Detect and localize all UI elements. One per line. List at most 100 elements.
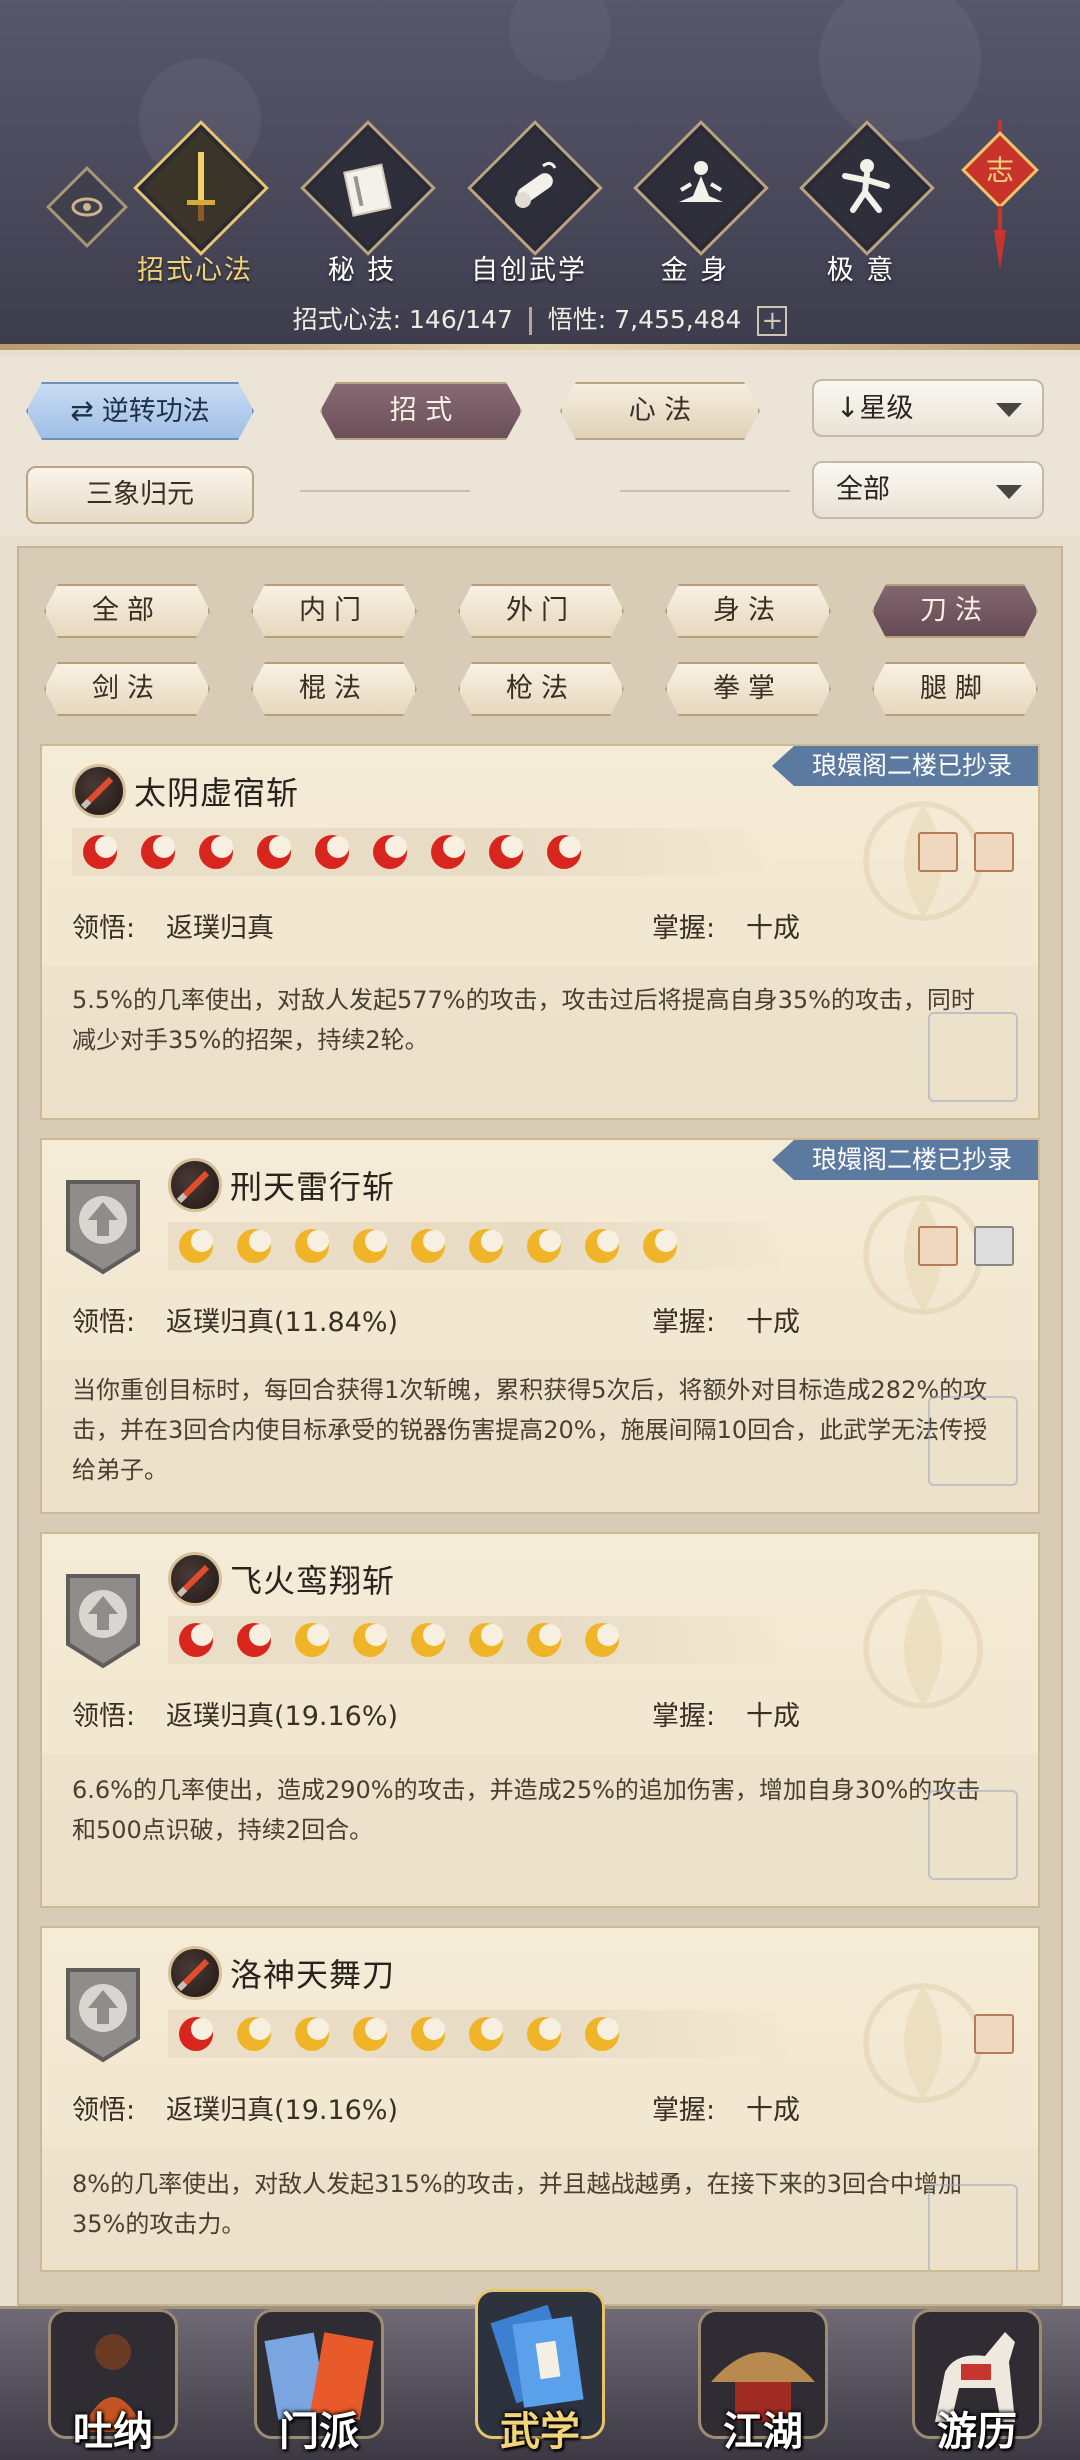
skill-stats-line: 招式心法: 146/147 悟性: 7,455,484 + [0,300,1080,336]
trait-icon[interactable] [974,2014,1014,2054]
sort-select[interactable]: ↓星级 [812,379,1044,437]
category-select[interactable]: 全部 [812,461,1044,519]
red-star-orb [179,1623,213,1657]
bottom-nav: 吐纳 门派 武学 江湖 游历 [0,2289,1080,2460]
mastery-label: 掌握: [652,1701,716,1732]
tab-golden-body[interactable]: 金 身 [620,120,770,290]
talisman-charm[interactable]: 志 [960,120,1040,280]
reverse-skill-label: 逆转功法 [101,396,210,427]
gold-star-orb [237,2017,271,2051]
gold-star-orb [237,1229,271,1263]
eye-icon [71,197,103,217]
filter-chip-all[interactable]: 全部 [44,584,210,638]
skill-card[interactable]: 琅嬛阁二楼已抄录 刑天雷行斩 领悟: 返璞归真(11.84%) 掌握: 十成 当… [40,1138,1040,1514]
red-star-orb [431,835,465,869]
martial-pose-icon [827,148,907,228]
view-toggle-button[interactable] [45,165,129,249]
tab-label: 极 意 [826,255,896,286]
trait-icon[interactable] [918,1226,958,1266]
blade-skill-icon [168,1158,222,1212]
category-label: 全部 [836,474,890,505]
nav-travel[interactable]: 游历 [902,2289,1052,2460]
gold-star-orb [353,1623,387,1657]
seal-stamp-icon [928,2184,1018,2270]
mastery-label: 掌握: [652,1307,716,1338]
skill-description: 当你重创目标时，每回合获得1次斩魄，累积获得5次后，将额外对目标造成282%的攻… [72,1376,988,1484]
gold-star-orb [585,1623,619,1657]
filter-chip-sword[interactable]: 剑法 [44,662,210,716]
top-header: 招式心法 秘 技 自创武学 金 身 极 意 志 招式心法: 146/147 悟性… [0,0,1080,350]
gold-star-orb [527,1623,561,1657]
insight-value: 返璞归真(19.16%) [166,2095,399,2126]
red-star-orb [373,835,407,869]
tab-mental[interactable]: 心 法 [560,382,760,440]
gold-star-orb [295,1623,329,1657]
trait-icon[interactable] [918,832,958,872]
chevron-down-icon [996,403,1022,417]
seal-stamp-icon [928,1790,1018,1880]
tab-label: 秘 技 [327,255,397,286]
tab-custom-martial[interactable]: 自创武学 [454,120,604,290]
skill-description: 6.6%的几率使出，造成290%的攻击，并造成25%的追加伤害，增加自身30%的… [72,1776,981,1844]
filter-chip-inner[interactable]: 内门 [251,584,417,638]
skill-name: 刑天雷行斩 [230,1168,396,1206]
filter-chip-movement[interactable]: 身法 [665,584,831,638]
red-star-orb [315,835,349,869]
insight-label: 领悟: [72,2095,136,2126]
sword-icon [161,148,241,228]
sort-label: 星级 [859,393,914,424]
gold-star-orb [585,1229,619,1263]
tab-label: 招式心法 [137,255,253,286]
red-star-orb [141,835,175,869]
nav-sect[interactable]: 门派 [244,2289,394,2460]
reverse-skill-button[interactable]: ⇄ 逆转功法 [26,382,254,440]
gold-star-orb [585,2017,619,2051]
skill-name: 洛神天舞刀 [230,1956,396,1994]
seal-stamp-icon [928,1012,1018,1102]
nav-label: 江湖 [723,2408,803,2455]
nav-label: 武学 [500,2408,580,2455]
mastery-value: 十成 [746,1307,800,1338]
copied-banner: 琅嬛阁二楼已抄录 [771,746,1038,786]
tab-label: 金 身 [660,255,730,286]
filter-chip-leg[interactable]: 腿脚 [872,662,1038,716]
insight-value: 7,455,484 [614,305,742,334]
tab-skills-mental[interactable]: 招式心法 [120,120,270,290]
tab-moves[interactable]: 招 式 [320,382,522,440]
filter-chip-staff[interactable]: 棍法 [251,662,417,716]
copied-banner: 琅嬛阁二楼已抄录 [771,1140,1038,1180]
add-insight-button[interactable]: + [757,306,788,336]
mastery-value: 十成 [746,913,800,944]
chevron-down-icon [996,485,1022,499]
skill-name: 飞火鸾翔斩 [230,1562,396,1600]
mastery-value: 十成 [746,1701,800,1732]
skills-count-label: 招式心法: [292,305,402,334]
skill-card[interactable]: 飞火鸾翔斩 领悟: 返璞归真(19.16%) 掌握: 十成 6.6%的几率使出，… [40,1532,1040,1908]
tab-secret-art[interactable]: 秘 技 [287,120,437,290]
insight-label: 领悟: [72,913,136,944]
nav-breathing[interactable]: 吐纳 [38,2289,188,2460]
upgrade-arrow-icon[interactable] [62,1570,144,1670]
red-star-orb [237,1623,271,1657]
gold-star-orb [469,2017,503,2051]
upgrade-arrow-icon[interactable] [62,1176,144,1276]
sancang-button[interactable]: 三象归元 [26,466,254,524]
upgrade-arrow-icon[interactable] [62,1964,144,2064]
nav-jianghu[interactable]: 江湖 [688,2289,838,2460]
swap-icon: ⇄ [70,394,94,427]
filter-chip-spear[interactable]: 枪法 [458,662,624,716]
insight-value: 返璞归真(19.16%) [166,1701,399,1732]
gold-star-orb [295,1229,329,1263]
filter-chip-blade[interactable]: 刀法 [872,584,1038,638]
skill-card[interactable]: 琅嬛阁二楼已抄录 太阴虚宿斩 领悟: 返璞归真 掌握: 十成 5.5%的几率使出… [40,744,1040,1120]
decorative-divider [620,490,790,492]
tab-ultimate-intent[interactable]: 极 意 [786,120,936,290]
nav-martial-arts[interactable]: 武学 [465,2289,615,2460]
gold-star-orb [469,1623,503,1657]
gold-star-orb [527,2017,561,2051]
trait-icon[interactable] [974,1226,1014,1266]
filter-chip-outer[interactable]: 外门 [458,584,624,638]
filter-chip-fist[interactable]: 拳掌 [665,662,831,716]
skill-card[interactable]: 洛神天舞刀 领悟: 返璞归真(19.16%) 掌握: 十成 8%的几率使出，对敌… [40,1926,1040,2272]
trait-icon[interactable] [974,832,1014,872]
